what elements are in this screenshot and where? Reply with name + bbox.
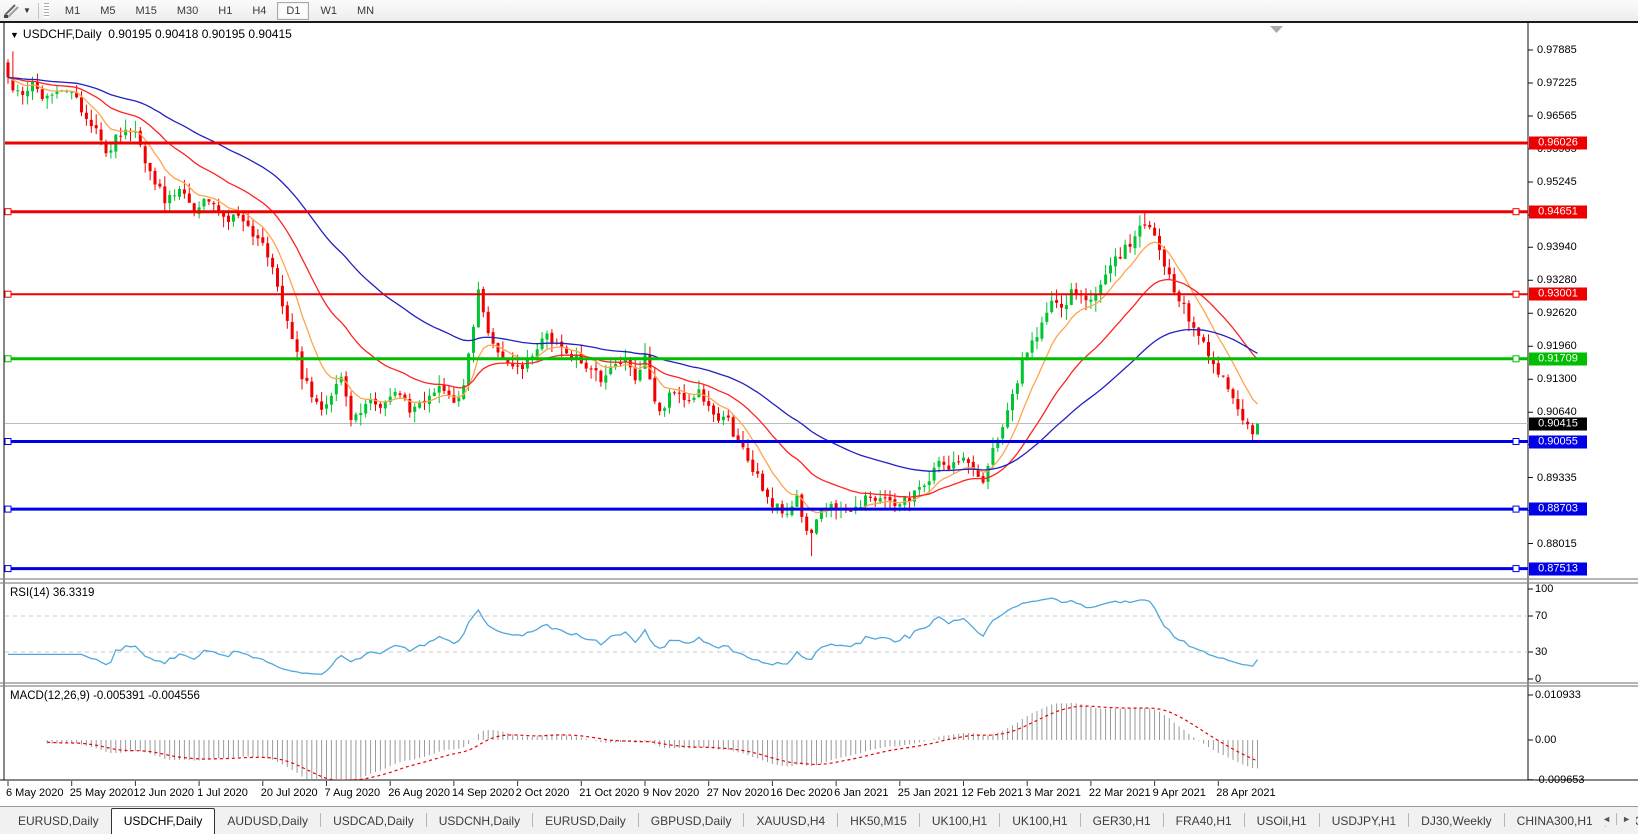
chart-symbol-label: USDCHF,Daily [22, 27, 102, 41]
date-label: 21 Oct 2020 [579, 787, 640, 799]
macd-axis-label: 0.00 [1535, 734, 1557, 746]
hline-handle[interactable] [4, 438, 12, 445]
date-label: 7 Aug 2020 [324, 787, 381, 799]
chart-canvas[interactable] [0, 0, 1638, 834]
hline-handle[interactable] [4, 355, 12, 363]
hline-handle[interactable] [4, 208, 12, 216]
hline-price-label-0.90055[interactable]: 0.90055 [1529, 435, 1587, 448]
rsi-line[interactable] [8, 597, 1259, 675]
hline-price-label-0.94651[interactable]: 0.94651 [1529, 205, 1587, 219]
ma-line-25[interactable] [7, 76, 1258, 498]
hline-price-label-0.91709[interactable]: 0.91709 [1529, 352, 1587, 366]
hline-price-label-0.88703[interactable]: 0.88703 [1529, 502, 1587, 516]
date-label: 2 Oct 2020 [515, 787, 570, 799]
date-label: 3 Mar 2021 [1025, 787, 1081, 799]
hline-price-label-0.93001[interactable]: 0.93001 [1529, 287, 1587, 301]
hline-price-label-0.96026[interactable]: 0.96026 [1529, 136, 1587, 150]
candlestick-series [6, 51, 1259, 557]
rsi-level-label: 100 [1535, 583, 1554, 595]
tab-scroll-right-icon[interactable]: ► [1617, 812, 1636, 826]
macd-pane [46, 703, 1258, 780]
price-tick-label: 0.92620 [1537, 307, 1577, 320]
rsi-level-label: 30 [1535, 646, 1548, 658]
date-label: 26 Aug 2020 [388, 787, 450, 799]
tab-scroll-controls: ◄ ► [1597, 812, 1636, 826]
rsi-level-label: 70 [1535, 610, 1548, 622]
hline-handle[interactable] [4, 505, 12, 513]
price-pane [5, 51, 1528, 557]
hline-handle[interactable] [1512, 355, 1520, 363]
date-label: 9 Apr 2021 [1152, 787, 1206, 799]
rsi-pane [5, 597, 1528, 675]
date-label: 28 Apr 2021 [1216, 787, 1276, 799]
current-price-label: 0.90415 [1529, 417, 1587, 430]
macd-axis-label: -0.009653 [1535, 773, 1585, 786]
price-tick-label: 0.88015 [1537, 537, 1577, 550]
hline-price-label-0.87513[interactable]: 0.87513 [1529, 562, 1587, 576]
hline-handle[interactable] [1512, 208, 1520, 216]
chart-ohlc-values: 0.90195 0.90418 0.90195 0.90415 [108, 27, 292, 41]
price-tick-label: 0.97225 [1537, 77, 1577, 89]
price-tick-label: 0.93940 [1537, 241, 1577, 254]
price-tick-label: 0.91300 [1537, 373, 1577, 386]
hline-handle[interactable] [4, 565, 12, 573]
price-tick-label: 0.96565 [1537, 110, 1577, 122]
date-label: 16 Dec 2020 [770, 787, 833, 799]
chart-shift-marker-icon[interactable] [1270, 26, 1283, 33]
chart-collapse-caret-icon[interactable]: ▼ [10, 30, 19, 40]
ma-line-55[interactable] [7, 76, 1258, 472]
macd-indicator-label: MACD(12,26,9) -0.005391 -0.004556 [10, 690, 200, 702]
hline-handle[interactable] [1512, 505, 1520, 513]
date-label: 12 Jun 2020 [133, 787, 194, 799]
chart-title: ▼ USDCHF,Daily 0.90195 0.90418 0.90195 0.… [10, 27, 292, 41]
date-label: 25 Jan 2021 [897, 787, 959, 799]
date-label: 25 May 2020 [69, 787, 134, 799]
macd-axis-label: 0.010933 [1535, 688, 1581, 701]
rsi-indicator-label: RSI(14) 36.3319 [10, 587, 95, 599]
date-label: 27 Nov 2020 [706, 787, 770, 799]
price-tick-label: 0.89335 [1537, 471, 1577, 484]
tab-usdchf-daily[interactable]: USDCHF,Daily [110, 808, 216, 834]
rsi-level-label: 0 [1535, 673, 1542, 685]
date-label: 9 Nov 2020 [643, 787, 700, 799]
price-tick-label: 0.91960 [1537, 340, 1577, 353]
date-label: 14 Sep 2020 [451, 787, 515, 799]
hline-handle[interactable] [1512, 438, 1520, 445]
hline-handle[interactable] [1512, 565, 1520, 573]
hline-handle[interactable] [1512, 290, 1520, 298]
hline-handle[interactable] [4, 290, 12, 298]
date-label: 6 Jan 2021 [834, 787, 889, 799]
date-label: 1 Jul 2020 [197, 787, 248, 799]
date-label: 20 Jul 2020 [260, 787, 318, 799]
price-tick-label: 0.93280 [1537, 274, 1577, 287]
date-label: 6 May 2020 [6, 787, 64, 799]
date-label: 12 Feb 2021 [961, 787, 1024, 799]
price-tick-label: 0.95245 [1537, 176, 1577, 188]
price-tick-label: 0.97885 [1537, 44, 1577, 56]
mt4-application-window: ▼ M1 M5 M15 M30 H1 H4 D1 W1 MN ▼ USDCHF,Daily 0.9… [0, 0, 1638, 834]
date-label: 22 Mar 2021 [1088, 787, 1151, 799]
tab-scroll-left-icon[interactable]: ◄ [1597, 812, 1616, 826]
